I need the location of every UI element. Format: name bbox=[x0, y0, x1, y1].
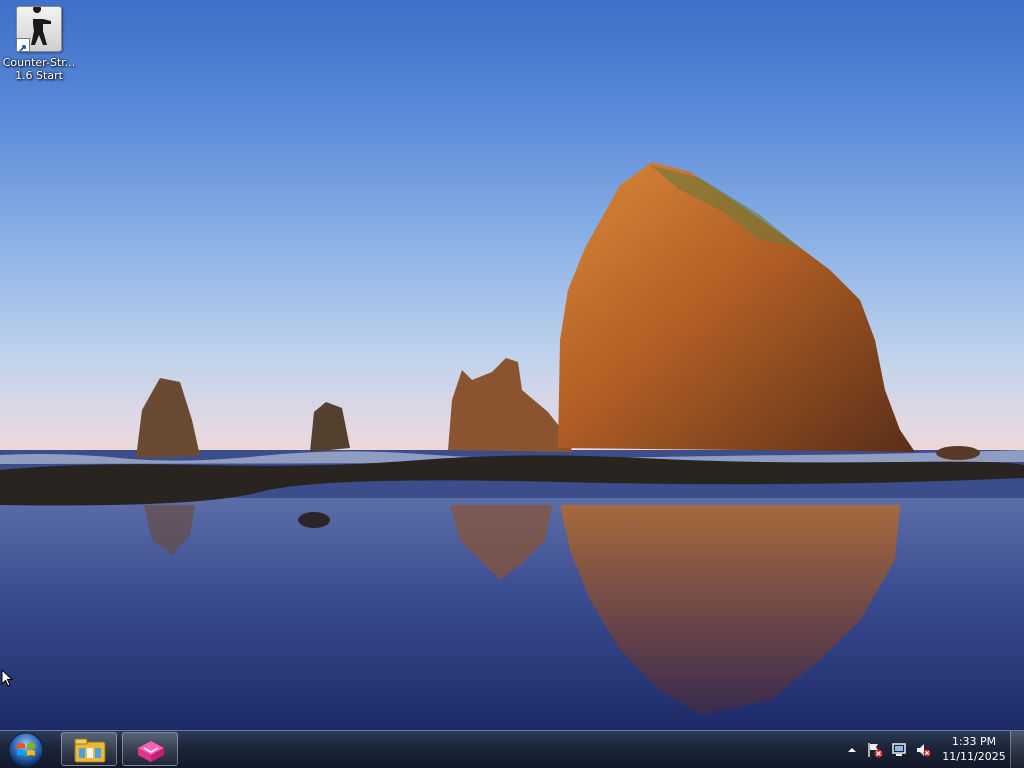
show-hidden-icons-arrow[interactable] bbox=[844, 742, 860, 758]
clock-time: 1:33 PM bbox=[951, 735, 997, 748]
desktop-icon-counter-strike[interactable]: Counter-Str... 1.6 Start bbox=[2, 5, 76, 82]
start-button[interactable] bbox=[6, 732, 46, 768]
desktop-icon-label-line1: Counter-Str... bbox=[2, 56, 76, 69]
pink-box-app-icon bbox=[138, 741, 164, 762]
mouse-pointer-icon bbox=[1, 669, 13, 687]
folder-library-icon bbox=[74, 738, 106, 763]
desktop-icon-label-line2: 1.6 Start bbox=[15, 69, 63, 82]
system-clock[interactable]: 1:33 PM 11/11/2025 bbox=[940, 734, 1008, 764]
clock-date: 11/11/2025 bbox=[942, 750, 1006, 763]
shortcut-arrow-icon bbox=[16, 38, 30, 52]
taskbar: 1:33 PM 11/11/2025 bbox=[0, 730, 1024, 768]
desktop[interactable]: Counter-Str... 1.6 Start 1:33 PM 11/11/2… bbox=[0, 0, 1024, 768]
taskbar-pink-app-button[interactable] bbox=[122, 732, 178, 766]
wallpaper-image bbox=[0, 162, 1024, 730]
desktop-icon-label: Counter-Str... 1.6 Start bbox=[2, 56, 76, 82]
taskbar-explorer-button[interactable] bbox=[61, 732, 117, 766]
windows-orb-icon bbox=[8, 732, 44, 768]
show-desktop-button[interactable] bbox=[1010, 731, 1024, 768]
network-icon[interactable] bbox=[891, 742, 907, 758]
action-center-flag-icon[interactable] bbox=[867, 742, 883, 758]
volume-muted-icon[interactable] bbox=[915, 742, 931, 758]
counter-strike-soldier-icon bbox=[16, 5, 62, 52]
